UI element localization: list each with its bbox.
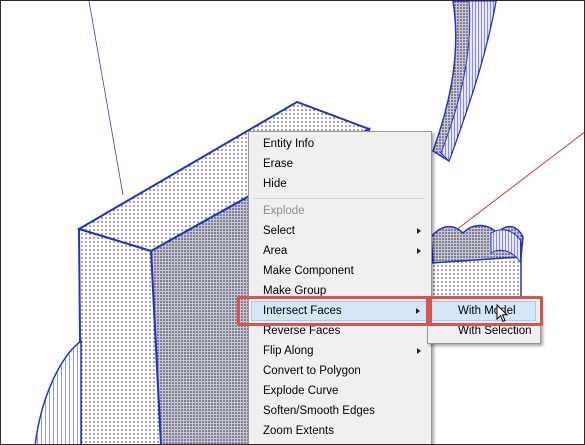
sketchup-viewport[interactable]: Entity Info Erase Hide Explode Select Ar… [0,0,585,445]
submenu-arrow-icon [417,348,421,354]
menu-item-label: Explode Curve [263,385,339,397]
menu-item-label: Convert to Polygon [263,365,361,377]
menu-item-label: Make Component [263,265,354,277]
menu-item-label: Flip Along [263,345,314,357]
menu-item-select[interactable]: Select [251,221,427,241]
submenu-arrow-icon [417,228,421,234]
menu-item-label: Select [263,225,295,237]
menu-item-make-component[interactable]: Make Component [251,261,427,281]
menu-item-area[interactable]: Area [251,241,427,261]
menu-item-label: Zoom Extents [263,425,334,437]
menu-item-label: With Selection [458,325,532,337]
menu-item-label: Reverse Faces [263,325,341,337]
menu-item-entity-info[interactable]: Entity Info [251,134,427,154]
menu-item-label: Hide [263,178,287,190]
menu-item-zoom-extents[interactable]: Zoom Extents [251,421,427,441]
wavy-piece-right[interactable] [430,224,524,302]
menu-separator [253,198,425,199]
menu-item-convert-to-polygon[interactable]: Convert to Polygon [251,361,427,381]
mouse-cursor-icon [496,304,509,323]
menu-item-explode: Explode [251,201,427,221]
highlight-callout-with-model [426,296,543,326]
menu-item-explode-curve[interactable]: Explode Curve [251,381,427,401]
blue-axis-line [88,1,124,196]
highlight-callout-intersect-faces [237,296,432,326]
menu-item-label: Erase [263,158,294,170]
menu-item-label: Soften/Smooth Edges [263,405,375,417]
submenu-arrow-icon [417,248,421,254]
menu-item-label: Entity Info [263,138,315,150]
arc-piece-top[interactable] [432,1,497,163]
menu-item-label: Explode [263,205,305,217]
menu-item-flip-along[interactable]: Flip Along [251,341,427,361]
menu-item-label: Area [263,245,288,257]
menu-item-soften-smooth-edges[interactable]: Soften/Smooth Edges [251,401,427,421]
menu-item-hide[interactable]: Hide [251,174,427,194]
context-menu: Entity Info Erase Hide Explode Select Ar… [248,131,432,444]
arc-piece-bottom[interactable] [34,339,82,445]
menu-item-erase[interactable]: Erase [251,154,427,174]
